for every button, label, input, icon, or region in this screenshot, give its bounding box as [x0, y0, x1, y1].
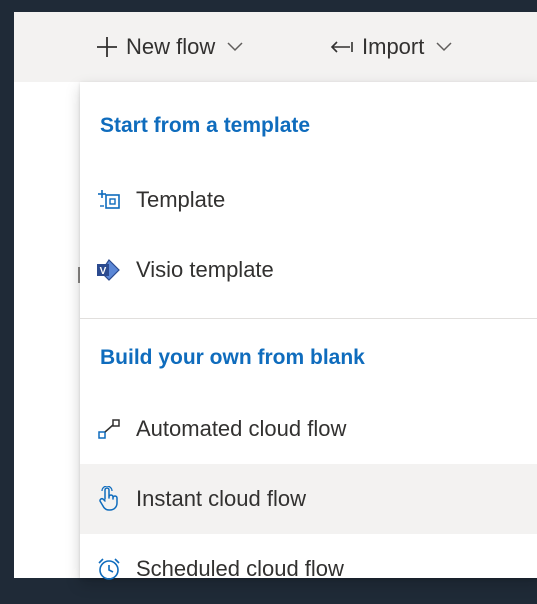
- window-frame-left: [0, 0, 14, 578]
- chevron-down-icon: [436, 42, 452, 52]
- menu-item-automated-cloud-flow[interactable]: Automated cloud flow: [80, 394, 537, 464]
- menu-item-label: Visio template: [136, 257, 274, 282]
- template-icon: [96, 187, 122, 213]
- section-header-blank: Build your own from blank: [100, 346, 365, 369]
- import-button[interactable]: Import: [330, 12, 452, 82]
- command-bar: New flow Import: [14, 12, 537, 82]
- menu-item-label: Automated cloud flow: [136, 416, 347, 441]
- menu-item-label: Template: [136, 187, 226, 212]
- menu-item-instant-cloud-flow[interactable]: Instant cloud flow: [80, 464, 537, 534]
- menu-item-template[interactable]: Template: [80, 165, 537, 235]
- window-frame-top: [0, 0, 537, 12]
- menu-divider: [80, 318, 537, 319]
- menu-item-label: Instant cloud flow: [136, 486, 306, 511]
- import-label: Import: [362, 34, 425, 59]
- app-surface: New flow Import Start from a template Te…: [14, 12, 537, 581]
- menu-item-label: Scheduled cloud flow: [136, 556, 344, 581]
- visio-icon: V: [96, 257, 122, 283]
- section-header-template: Start from a template: [100, 114, 311, 137]
- menu-item-scheduled-cloud-flow[interactable]: Scheduled cloud flow: [80, 534, 537, 604]
- chevron-down-icon: [227, 42, 243, 52]
- new-flow-button[interactable]: New flow: [96, 12, 243, 82]
- instant-flow-icon: [96, 486, 122, 512]
- new-flow-label: New flow: [126, 34, 216, 59]
- new-flow-dropdown-menu: Start from a template Template V Visio t…: [80, 82, 537, 581]
- scheduled-flow-icon: [96, 556, 122, 582]
- plus-icon: [96, 36, 118, 58]
- automated-flow-icon: [96, 416, 122, 442]
- import-arrow-icon: [330, 39, 354, 55]
- svg-text:V: V: [100, 266, 107, 277]
- menu-item-visio-template[interactable]: V Visio template: [80, 235, 537, 305]
